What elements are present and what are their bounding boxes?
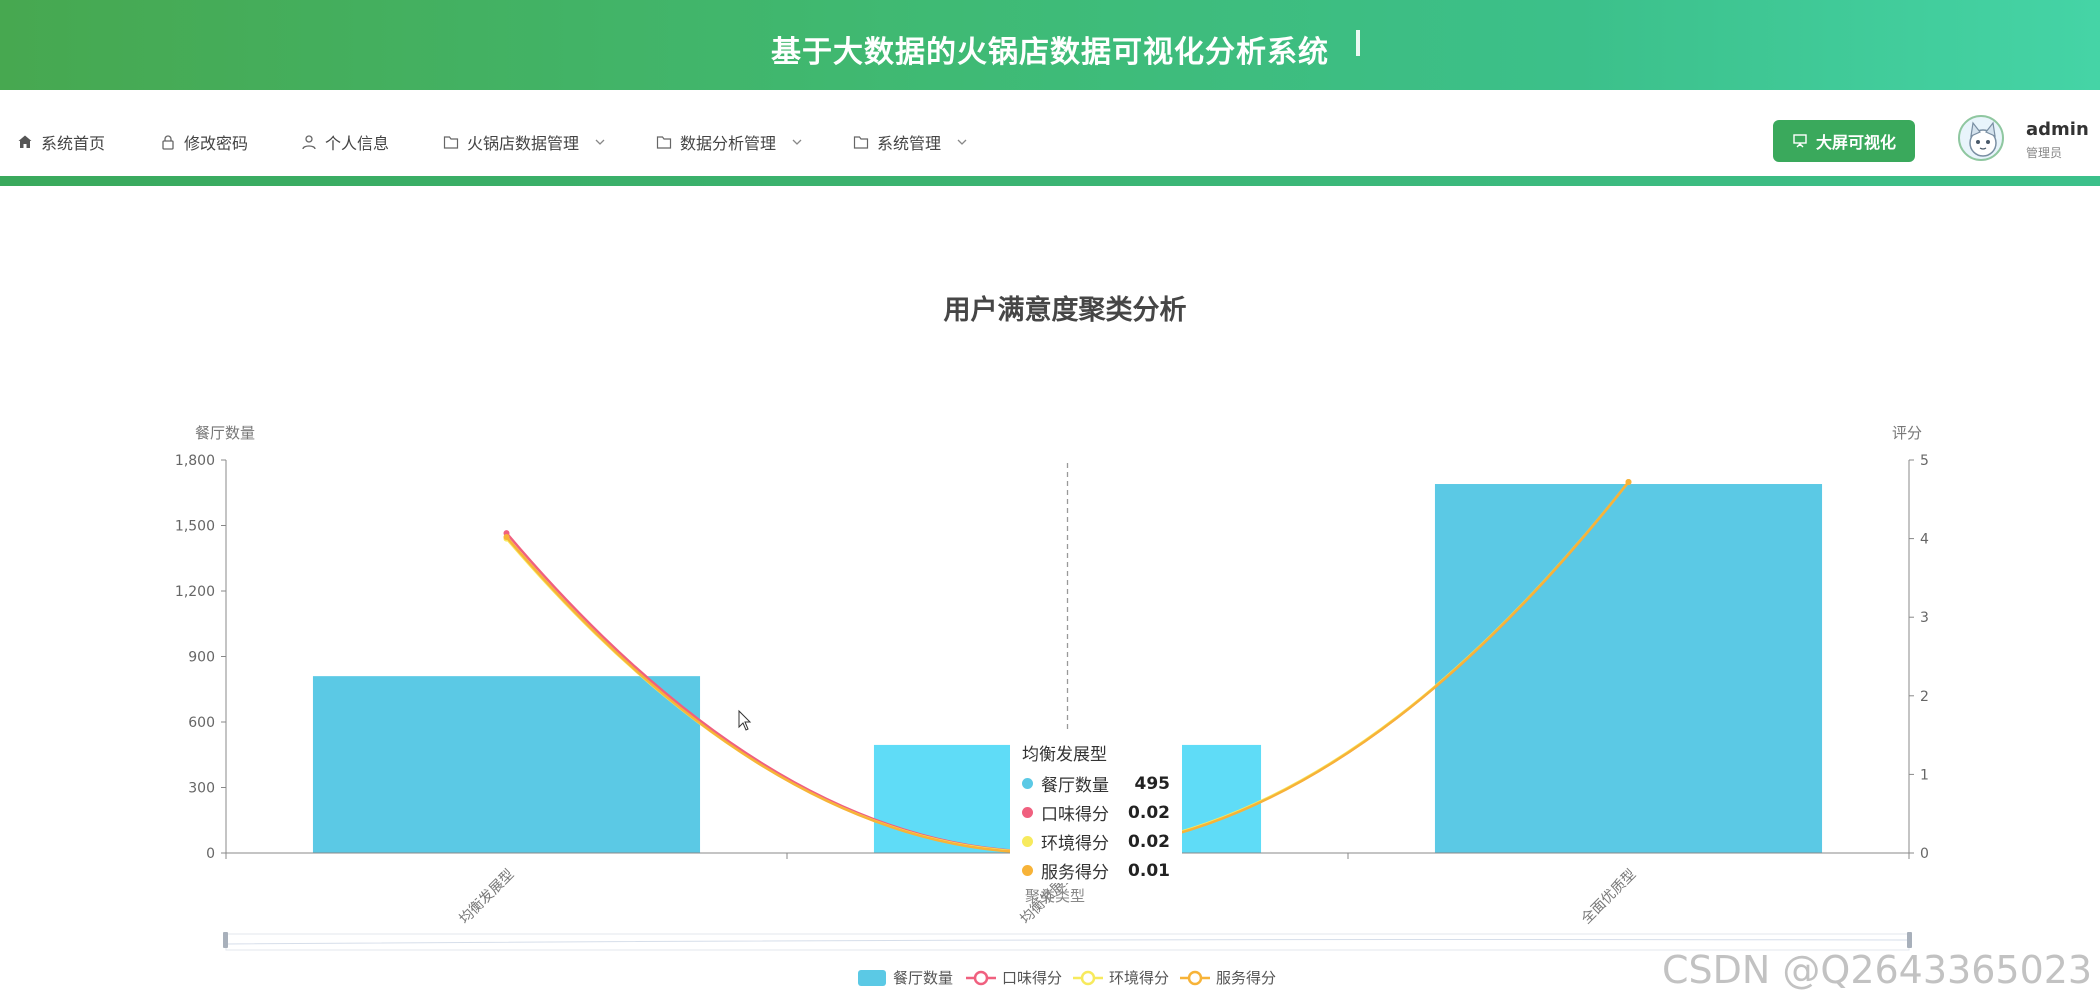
bar — [312, 676, 701, 853]
y-axis-left-tick-label: 0 — [206, 846, 215, 862]
tooltip-dot — [1022, 865, 1033, 876]
tooltip-dot — [1022, 836, 1033, 847]
tooltip-row: 口味得分 0.02 — [1022, 798, 1170, 827]
tooltip-name: 口味得分 — [1041, 805, 1109, 825]
legend-label: 口味得分 — [1002, 969, 1062, 987]
y-axis-left-tick-label: 1,800 — [175, 453, 215, 469]
mouse-cursor-icon — [738, 709, 752, 731]
series-point — [1625, 479, 1632, 486]
datazoom-handle-right — [1907, 932, 1912, 948]
tooltip-name: 环境得分 — [1041, 834, 1109, 854]
y-axis-left-tick-label: 300 — [188, 781, 215, 797]
y-axis-right-tick-label: 3 — [1920, 610, 1929, 626]
tooltip-dot — [1022, 778, 1033, 789]
legend-swatch-marker — [1080, 970, 1096, 986]
y-axis-left-tick-label: 900 — [188, 650, 215, 666]
tooltip-value: 0.02 — [1128, 831, 1170, 852]
tooltip-row: 服务得分 0.01 — [1022, 856, 1170, 885]
legend-swatch-marker — [1187, 970, 1203, 986]
datazoom-preview — [225, 939, 1910, 945]
tooltip-dot — [1022, 807, 1033, 818]
series-point — [503, 534, 510, 541]
y-axis-right-tick-label: 0 — [1920, 846, 1929, 862]
y-axis-left-tick-label: 1,200 — [175, 584, 215, 600]
x-axis-tick-label: 全面优质型 — [1578, 866, 1640, 928]
tooltip-title: 均衡发展型 — [1022, 745, 1107, 765]
y-axis-right-tick-label: 1 — [1920, 767, 1929, 783]
datazoom-handle-left — [223, 932, 228, 948]
y-axis-right-label: 评分 — [1892, 424, 1922, 442]
x-axis-label: 聚类类型 — [1025, 887, 1085, 905]
bar — [1434, 484, 1823, 853]
y-axis-right-tick-label: 2 — [1920, 689, 1929, 705]
tooltip-name: 服务得分 — [1041, 863, 1109, 883]
watermark: CSDN @Q2643365023 — [1662, 948, 2093, 992]
legend-swatch-marker — [973, 970, 989, 986]
chart-tooltip: 均衡发展型 餐厅数量 495 口味得分 0.02 环境得分 0.02 服务得分 … — [1010, 733, 1182, 883]
legend-swatch-bar — [858, 970, 886, 986]
y-axis-left-label: 餐厅数量 — [195, 424, 255, 442]
tooltip-row: 环境得分 0.02 — [1022, 827, 1170, 856]
legend-label: 餐厅数量 — [893, 969, 953, 987]
x-axis-tick-label: 均衡发展型 — [457, 867, 518, 928]
y-axis-right-tick-label: 4 — [1920, 532, 1929, 548]
tooltip-row: 餐厅数量 495 — [1022, 769, 1170, 798]
tooltip-value: 0.01 — [1128, 860, 1170, 881]
y-axis-left-tick-label: 1,500 — [175, 519, 215, 535]
tooltip-name: 餐厅数量 — [1041, 776, 1109, 796]
tooltip-value: 0.02 — [1128, 802, 1170, 823]
legend-label: 环境得分 — [1109, 969, 1169, 987]
y-axis-left-tick-label: 600 — [188, 715, 215, 731]
legend-label: 服务得分 — [1216, 969, 1276, 987]
tooltip-value: 495 — [1134, 773, 1171, 794]
y-axis-right-tick-label: 5 — [1920, 453, 1929, 469]
